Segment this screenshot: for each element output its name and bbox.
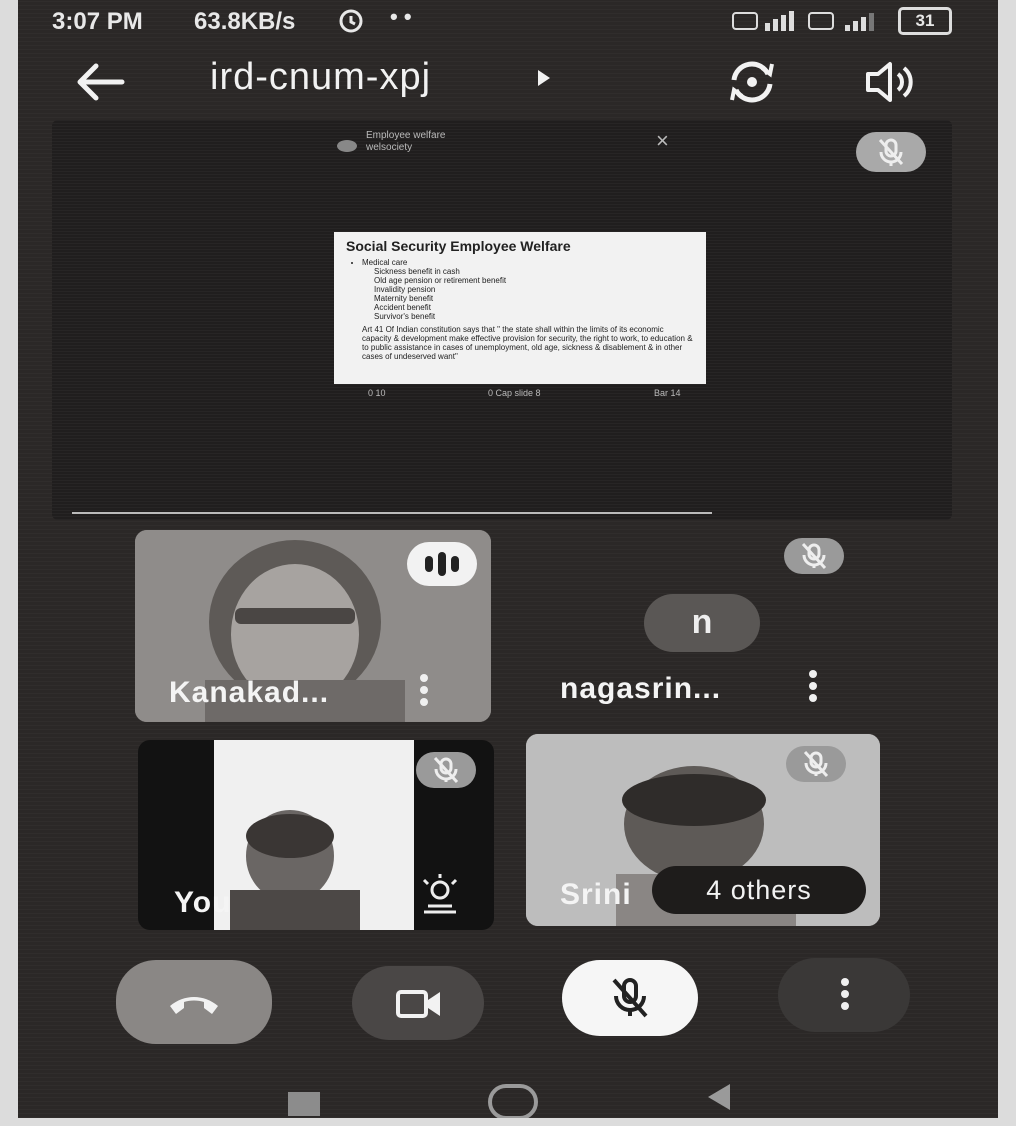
mic-off-badge xyxy=(786,746,846,782)
participant-options-icon[interactable] xyxy=(806,670,820,704)
avatar: n xyxy=(644,594,760,652)
participant-tile-nagasrin[interactable]: n nagasrin... xyxy=(496,530,856,722)
presentation-toolbar: Employee welfare welsociety × xyxy=(332,128,682,162)
slide-sub-bullet: Old age pension or retirement benefit xyxy=(374,276,507,285)
system-nav-bar xyxy=(18,1066,998,1118)
slide-sub-bullet: Survivor's benefit xyxy=(374,312,436,321)
mic-off-icon xyxy=(612,978,648,1018)
background-effects-icon[interactable] xyxy=(418,874,462,914)
mic-toggle-button[interactable] xyxy=(562,960,698,1036)
participant-name: Srini xyxy=(560,878,632,911)
more-vert-icon xyxy=(838,978,852,1012)
slide-bullet: Medical care xyxy=(362,258,694,267)
signal-bars-icon xyxy=(808,11,875,31)
phone-screen: 3:07 PM 63.8KB/s • • 31 ird-cnum-xpj Emp… xyxy=(18,0,998,1118)
hang-up-icon xyxy=(170,997,218,1014)
org-logo-icon xyxy=(337,140,357,152)
slide-footer-left: 0 10 xyxy=(368,388,386,398)
back-arrow-icon[interactable] xyxy=(72,60,128,104)
close-icon[interactable]: × xyxy=(656,128,669,154)
home-icon[interactable] xyxy=(488,1084,538,1118)
slide-note: Art 41 Of Indian constitution says that … xyxy=(362,325,693,361)
presentation-tile[interactable]: Employee welfare welsociety × Social Sec… xyxy=(52,120,952,520)
switch-camera-icon[interactable] xyxy=(724,54,780,110)
status-more-dots: • • xyxy=(390,4,412,29)
speaking-indicator xyxy=(407,542,477,586)
mic-off-badge xyxy=(416,752,476,788)
presentation-org-name: Employee welfare welsociety xyxy=(366,130,446,153)
presentation-progress-line xyxy=(72,512,712,514)
nav-back-icon[interactable] xyxy=(708,1084,730,1110)
status-time: 3:07 PM xyxy=(52,8,143,35)
others-count-pill[interactable]: 4 others xyxy=(652,866,866,914)
mic-off-icon xyxy=(801,542,827,570)
meeting-header: ird-cnum-xpj xyxy=(18,44,998,120)
participant-tile-kanakad[interactable]: Kanakad... xyxy=(135,530,491,722)
status-net-speed: 63.8KB/s xyxy=(194,8,296,35)
self-view-tile[interactable]: You xyxy=(138,740,494,930)
more-options-button[interactable] xyxy=(778,958,910,1032)
participant-name: nagasrin... xyxy=(560,672,722,705)
participant-options-icon[interactable] xyxy=(417,674,431,708)
recents-icon[interactable] xyxy=(288,1092,320,1116)
participant-name: Kanakad... xyxy=(169,676,330,709)
slide-sub-list: Sickness benefit in cash Old age pension… xyxy=(362,267,694,321)
alarm-icon xyxy=(339,9,363,33)
slide-sub-bullet: Sickness benefit in cash xyxy=(374,267,460,276)
speaker-icon[interactable] xyxy=(862,56,916,108)
slide-sub-bullet: Maternity benefit xyxy=(374,294,434,303)
shared-slide: Social Security Employee Welfare Medical… xyxy=(334,232,706,384)
mic-off-icon xyxy=(433,756,459,784)
status-bar: 3:07 PM 63.8KB/s • • 31 xyxy=(18,0,998,44)
camera-icon xyxy=(396,990,440,1018)
mic-off-icon xyxy=(878,138,904,166)
slide-footer-mid: 0 Cap slide 8 xyxy=(488,388,541,398)
participant-name: You xyxy=(174,886,232,919)
slide-footer-right: Bar 14 xyxy=(654,388,681,398)
slide-title: Social Security Employee Welfare xyxy=(346,238,571,254)
meeting-code[interactable]: ird-cnum-xpj xyxy=(210,56,431,99)
self-video xyxy=(214,740,414,930)
mic-off-icon xyxy=(803,750,829,778)
mic-off-badge xyxy=(784,538,844,574)
caret-right-icon[interactable] xyxy=(534,64,554,92)
camera-toggle-button[interactable] xyxy=(352,966,484,1040)
slide-sub-bullet: Invalidity pension xyxy=(374,285,436,294)
slide-bullet-list: Medical care Sickness benefit in cash Ol… xyxy=(346,258,694,321)
status-indicators: 31 xyxy=(731,6,952,35)
battery-icon: 31 xyxy=(898,6,952,35)
volte-signal-icon xyxy=(731,10,794,31)
end-call-button[interactable] xyxy=(116,960,272,1044)
slide-sub-bullet: Accident benefit xyxy=(374,303,431,312)
mic-off-badge xyxy=(856,132,926,172)
